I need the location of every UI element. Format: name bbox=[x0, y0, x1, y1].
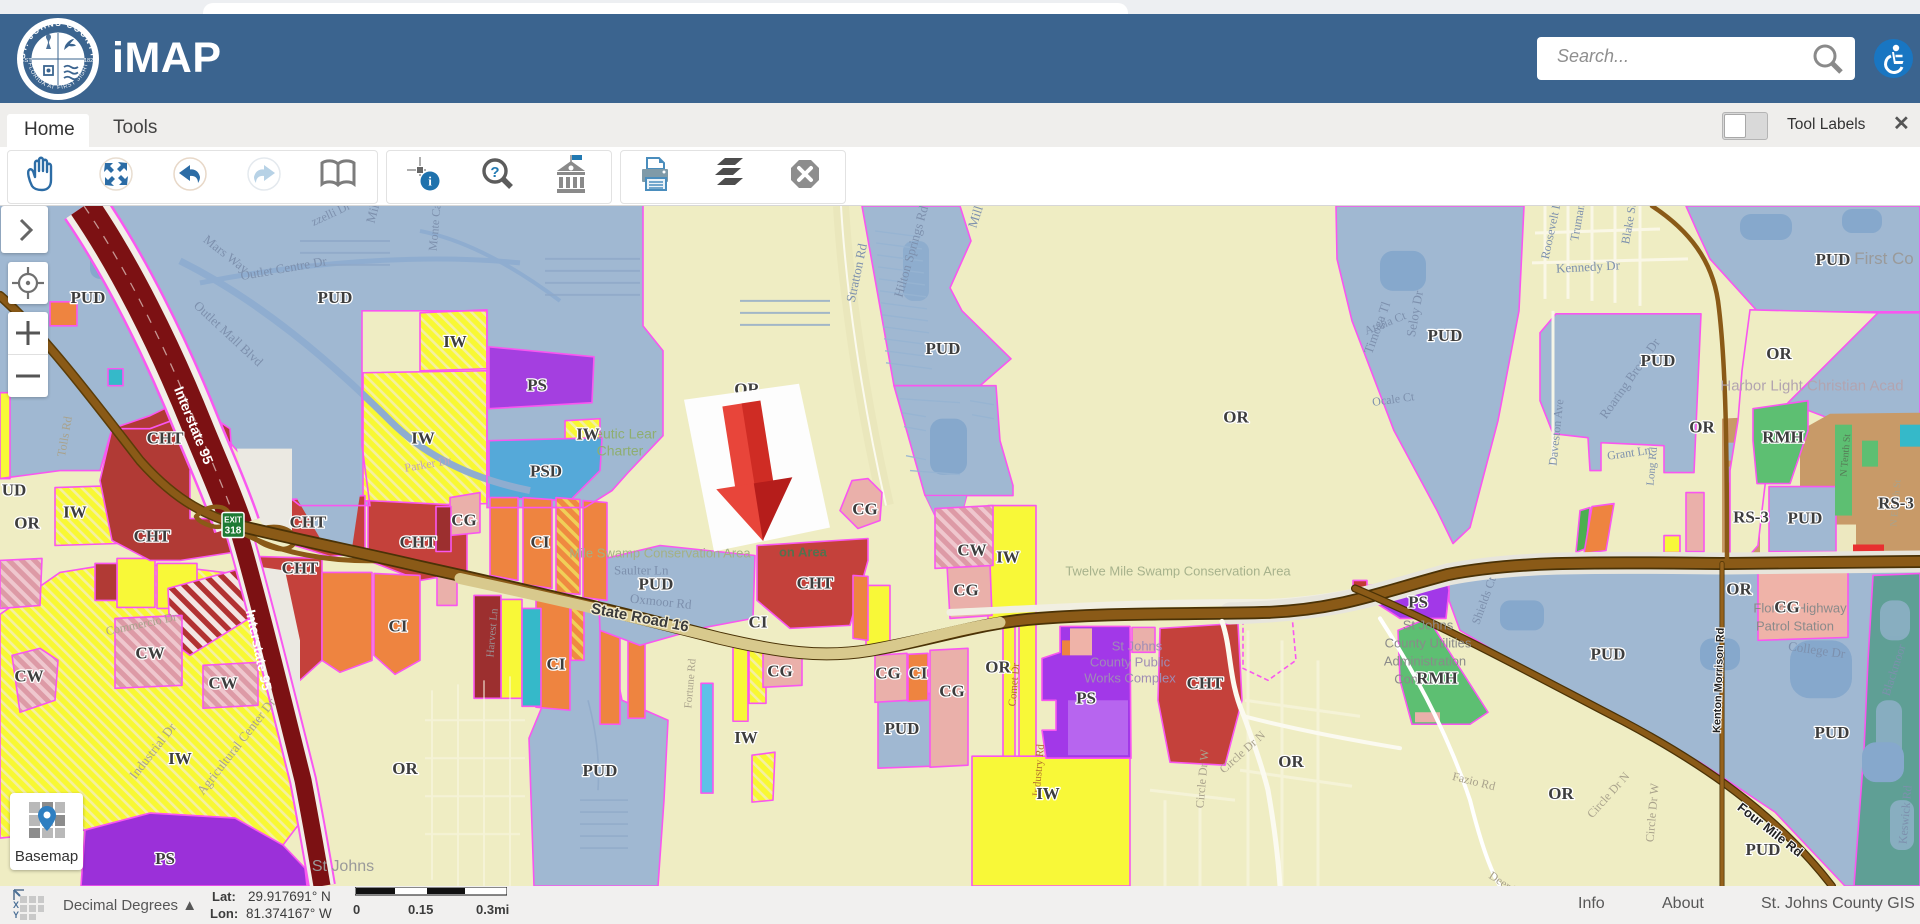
svg-text:CW: CW bbox=[14, 666, 43, 685]
svg-text:CHT: CHT bbox=[147, 429, 184, 448]
svg-text:PUD: PUD bbox=[583, 761, 618, 780]
svg-text:RS-3: RS-3 bbox=[1733, 508, 1769, 527]
svg-text:IW: IW bbox=[576, 425, 600, 444]
svg-text:CW: CW bbox=[957, 540, 986, 559]
svg-text:X: X bbox=[13, 900, 19, 910]
svg-text:Florida Highway: Florida Highway bbox=[1753, 600, 1847, 615]
svg-text:RMH: RMH bbox=[1762, 428, 1804, 447]
svg-text:OR: OR bbox=[14, 514, 40, 533]
svg-text:OR: OR bbox=[1278, 752, 1304, 771]
svg-text:PS: PS bbox=[155, 849, 175, 868]
svg-text:IW: IW bbox=[443, 332, 467, 351]
svg-text:CHT: CHT bbox=[282, 558, 319, 577]
svg-text:PS: PS bbox=[1408, 592, 1428, 611]
svg-text:PSD: PSD bbox=[530, 462, 562, 481]
svg-text:PUD: PUD bbox=[1641, 351, 1676, 370]
svg-text:PUD: PUD bbox=[1591, 644, 1626, 663]
svg-text:PUD: PUD bbox=[926, 339, 961, 358]
svg-text:CI: CI bbox=[909, 663, 928, 682]
svg-text:OR: OR bbox=[1766, 344, 1792, 363]
svg-text:PUD: PUD bbox=[1816, 250, 1851, 269]
svg-text:County Public: County Public bbox=[1090, 654, 1171, 669]
svg-text:IW: IW bbox=[63, 503, 87, 522]
svg-text:CHT: CHT bbox=[1187, 673, 1224, 692]
svg-text:CW: CW bbox=[208, 673, 237, 692]
svg-text:OR: OR bbox=[1223, 408, 1249, 427]
svg-text:CG: CG bbox=[852, 500, 877, 519]
svg-text:1821: 1821 bbox=[84, 58, 96, 64]
svg-text:OR: OR bbox=[1689, 418, 1715, 437]
svg-text:IW: IW bbox=[168, 749, 192, 768]
svg-text:Patrol Station: Patrol Station bbox=[1756, 618, 1834, 633]
svg-text:IW: IW bbox=[996, 547, 1020, 566]
svg-text:PUD: PUD bbox=[1788, 509, 1823, 528]
svg-text:RS-3: RS-3 bbox=[1878, 494, 1914, 513]
svg-text:RMH: RMH bbox=[1416, 668, 1458, 687]
svg-text:CI: CI bbox=[389, 616, 408, 635]
svg-text:Y: Y bbox=[13, 910, 19, 920]
svg-text:PUD: PUD bbox=[1815, 723, 1850, 742]
svg-text:CI: CI bbox=[749, 612, 768, 631]
svg-text:318: 318 bbox=[225, 526, 242, 537]
svg-text:CG: CG bbox=[939, 681, 964, 700]
svg-text:CG: CG bbox=[1774, 597, 1799, 616]
svg-text:IW: IW bbox=[734, 728, 758, 747]
svg-text:IW: IW bbox=[1036, 784, 1060, 803]
svg-text:OR: OR bbox=[985, 657, 1011, 676]
svg-text:CHT: CHT bbox=[134, 527, 171, 546]
svg-text:Administration: Administration bbox=[1384, 653, 1466, 668]
svg-text:PUD: PUD bbox=[318, 288, 353, 307]
svg-text:St Johns: St Johns bbox=[1403, 617, 1454, 632]
svg-text:CHT: CHT bbox=[290, 513, 327, 532]
svg-text:CI: CI bbox=[547, 654, 566, 673]
svg-text:PS: PS bbox=[1076, 688, 1096, 707]
svg-text:PUD: PUD bbox=[639, 574, 674, 593]
svg-text:CHT: CHT bbox=[797, 573, 834, 592]
svg-text:CG: CG bbox=[451, 511, 476, 530]
svg-text:IW: IW bbox=[411, 429, 435, 448]
svg-text:Charter: Charter bbox=[597, 443, 644, 459]
svg-text:PUD: PUD bbox=[885, 719, 920, 738]
svg-text:OR: OR bbox=[392, 759, 418, 778]
svg-text:St Johns: St Johns bbox=[1112, 638, 1163, 653]
svg-text:PUD: PUD bbox=[71, 288, 106, 307]
svg-text:OR: OR bbox=[1726, 579, 1752, 598]
svg-text:First Co: First Co bbox=[1854, 249, 1913, 268]
svg-text:on Area: on Area bbox=[779, 544, 828, 559]
svg-text:CI: CI bbox=[531, 533, 550, 552]
svg-text:PS: PS bbox=[527, 376, 547, 395]
svg-text:?: ? bbox=[490, 164, 499, 181]
svg-text:County Utilities: County Utilities bbox=[1385, 635, 1472, 650]
svg-text:Harbor Light Christian Acad: Harbor Light Christian Acad bbox=[1720, 378, 1903, 395]
svg-text:EXIT: EXIT bbox=[224, 516, 242, 525]
svg-text:St Johns: St Johns bbox=[312, 858, 374, 875]
svg-text:UD: UD bbox=[2, 481, 27, 500]
svg-text:PUD: PUD bbox=[1428, 326, 1463, 345]
svg-text:i: i bbox=[428, 174, 432, 189]
svg-text:Works Complex: Works Complex bbox=[1084, 670, 1176, 685]
svg-text:CW: CW bbox=[135, 643, 164, 662]
svg-text:CG: CG bbox=[953, 580, 978, 599]
svg-text:OR: OR bbox=[1548, 784, 1574, 803]
svg-text:CG: CG bbox=[767, 661, 792, 680]
svg-text:CHT: CHT bbox=[400, 533, 437, 552]
svg-text:CG: CG bbox=[875, 663, 900, 682]
svg-text:Twelve Mile Swamp Conservation: Twelve Mile Swamp Conservation Area bbox=[1065, 563, 1291, 578]
svg-text:EST.: EST. bbox=[21, 58, 33, 64]
